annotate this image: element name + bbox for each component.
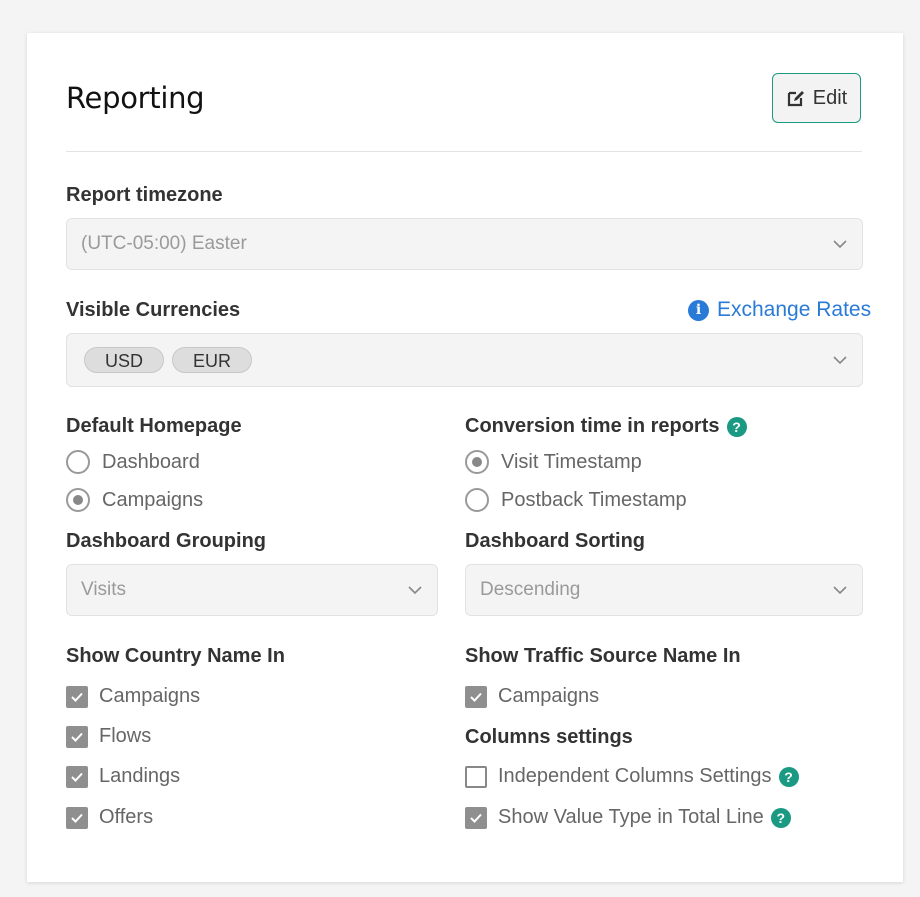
radio-button[interactable] [66,488,90,512]
columns-item-value-type[interactable]: Show Value Type in Total Line ? [465,806,791,829]
country-item-landings[interactable]: Landings [66,765,180,788]
currency-tag[interactable]: EUR [172,347,253,373]
sorting-label: Dashboard Sorting [465,530,646,552]
reporting-card: Reporting Edit Report timezone (UTC-05:0… [27,33,903,882]
timezone-value: (UTC-05:00) Easter [81,233,247,254]
currencies-label: Visible Currencies [66,299,241,321]
divider [66,151,862,152]
info-icon: i [688,299,709,321]
check-icon [71,692,83,702]
homepage-label: Default Homepage [66,415,242,437]
edit-button[interactable]: Edit [772,73,861,123]
radio-button[interactable] [465,450,489,474]
checkbox[interactable] [465,806,487,829]
checkbox-label: Campaigns [498,685,600,707]
chevron-down-icon [833,586,847,595]
chevron-down-icon [833,356,847,365]
checkbox-label: Flows [99,725,152,747]
country-item-offers[interactable]: Offers [66,806,153,829]
timezone-select[interactable]: (UTC-05:00) Easter [66,218,863,270]
checkbox[interactable] [465,685,487,708]
checkbox-label: Independent Columns Settings [498,765,772,787]
chevron-down-icon [408,586,422,595]
country-name-label: Show Country Name In [66,645,285,667]
edit-button-label: Edit [812,86,848,109]
country-item-campaigns[interactable]: Campaigns [66,685,200,708]
edit-icon [787,91,804,107]
checkbox-label: Campaigns [99,685,201,707]
page-title: Reporting [66,81,205,115]
grouping-label: Dashboard Grouping [66,530,266,552]
check-icon [470,813,482,823]
checkbox[interactable] [66,685,88,708]
currencies-select[interactable]: USD EUR [66,333,863,387]
exchange-rates-link[interactable]: i Exchange Rates [688,298,871,322]
check-icon [71,772,83,782]
sorting-select[interactable]: Descending [465,564,863,616]
conversion-option-postback[interactable]: Postback Timestamp [465,488,687,512]
exchange-rates-label: Exchange Rates [717,298,872,321]
checkbox-label: Offers [99,806,154,828]
sorting-value: Descending [480,579,581,600]
option-label: Postback Timestamp [501,488,687,511]
timezone-label: Report timezone [66,184,223,206]
checkbox[interactable] [66,806,88,829]
checkbox-label: Show Value Type in Total Line [498,806,764,828]
checkbox[interactable] [66,725,88,748]
help-icon[interactable]: ? [778,766,799,787]
radio-button[interactable] [66,450,90,474]
help-icon[interactable]: ? [770,807,791,828]
help-icon[interactable]: ? [726,416,747,437]
currency-tag[interactable]: USD [84,347,165,373]
homepage-option-campaigns[interactable]: Campaigns [66,488,203,512]
traffic-source-item-campaigns[interactable]: Campaigns [465,685,599,708]
grouping-value: Visits [81,579,127,600]
traffic-source-name-label: Show Traffic Source Name In [465,645,741,667]
grouping-select[interactable]: Visits [66,564,438,616]
conversion-time-label: Conversion time in reports ? [465,415,747,438]
chevron-down-icon [833,240,847,249]
check-icon [71,813,83,823]
checkbox[interactable] [66,765,88,788]
columns-item-independent[interactable]: Independent Columns Settings ? [465,765,799,788]
conversion-option-visit[interactable]: Visit Timestamp [465,450,642,474]
option-label: Dashboard [102,450,200,473]
option-label: Campaigns [102,488,204,511]
check-icon [71,732,83,742]
radio-button[interactable] [465,488,489,512]
conversion-time-label-text: Conversion time in reports [465,415,720,437]
checkbox-label: Landings [99,765,181,787]
option-label: Visit Timestamp [501,450,642,473]
check-icon [470,692,482,702]
columns-settings-label: Columns settings [465,726,633,748]
checkbox[interactable] [465,765,487,788]
country-item-flows[interactable]: Flows [66,725,151,748]
homepage-option-dashboard[interactable]: Dashboard [66,450,200,474]
